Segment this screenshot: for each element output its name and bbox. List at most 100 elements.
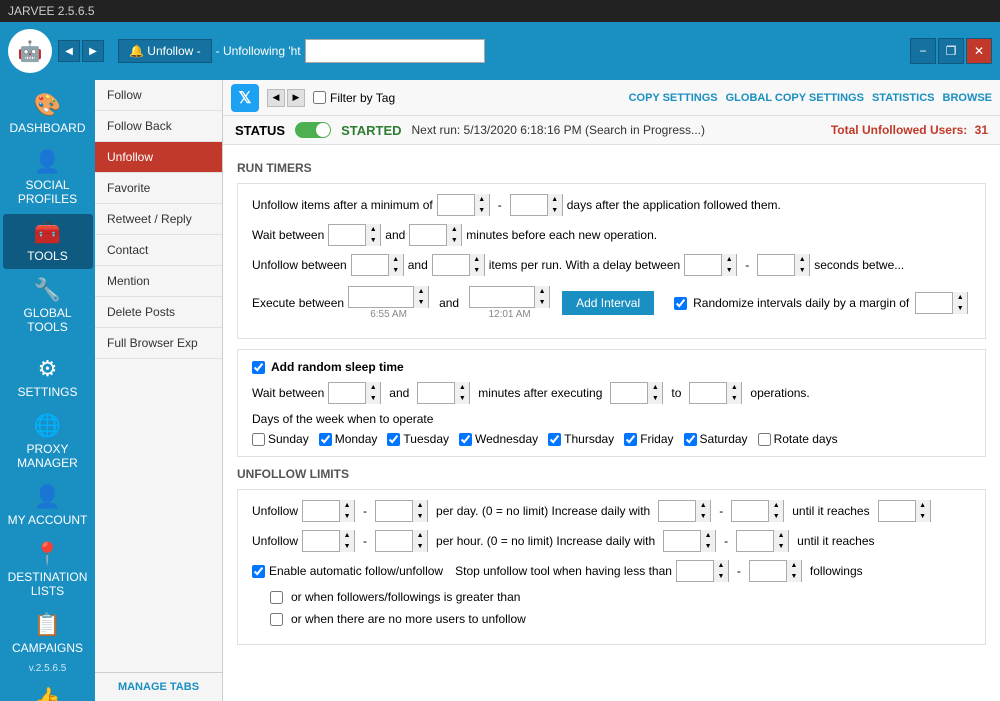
spin-up[interactable]: ▲ [414,286,428,297]
day-sunday[interactable]: Sunday [252,432,309,446]
submenu-item-contact[interactable]: Contact [95,235,222,266]
spin-up[interactable]: ▲ [535,286,549,297]
followers-checkbox[interactable] [270,591,283,604]
spin-up[interactable]: ▲ [340,530,354,541]
unfollow-search-input[interactable] [305,39,485,63]
spin-down[interactable]: ▼ [722,265,736,276]
limit1-val3-spinner[interactable]: 5 ▲ ▼ [658,500,711,522]
limit1-val4-input[interactable]: 10 [732,501,768,521]
day-tuesday[interactable]: Tuesday [387,432,449,446]
spin-up[interactable]: ▲ [953,292,967,303]
nav-back-button[interactable]: ◀ [58,40,80,62]
spin-down[interactable]: ▼ [701,541,715,552]
limit2-val1-spinner[interactable]: 0 ▲ ▼ [302,530,355,552]
limit1-val4-spinner[interactable]: 10 ▲ ▼ [731,500,784,522]
spin-up[interactable]: ▲ [701,530,715,541]
spin-up[interactable]: ▲ [787,560,801,571]
limit1-val2-spinner[interactable]: 277 ▲ ▼ [375,500,428,522]
unfollow-min-val1-input[interactable]: 1 [438,195,474,215]
no-more-users-checkbox[interactable] [270,613,283,626]
wait-val2-input[interactable]: 10 [410,225,446,245]
tab-browse[interactable]: BROWSE [943,92,993,104]
sidebar-item-destination-lists[interactable]: 📍 DESTINATION LISTS [3,535,93,604]
sleep-checkbox[interactable] [252,361,265,374]
spin-up[interactable]: ▲ [366,224,380,235]
day-saturday[interactable]: Saturday [684,432,748,446]
spin-up[interactable]: ▲ [340,500,354,511]
spin-up[interactable]: ▲ [470,254,484,265]
day-thursday[interactable]: Thursday [548,432,614,446]
limit2-val4-spinner[interactable]: 0 ▲ ▼ [736,530,789,552]
delay-val2-spinner[interactable]: 45 ▲ ▼ [757,254,810,276]
wait-val2-spinner[interactable]: 10 ▲ ▼ [409,224,462,246]
spin-up[interactable]: ▲ [455,382,469,393]
manage-tabs-button[interactable]: MANAGE TABS [95,672,222,701]
spin-up[interactable]: ▲ [714,560,728,571]
auto-follow-checkbox[interactable] [252,565,265,578]
toggle-background[interactable] [295,122,331,138]
nav-forward-button[interactable]: ▶ [82,40,104,62]
spin-down[interactable]: ▼ [696,511,710,522]
time1-spinner[interactable]: 7:03 AM ▲ ▼ [348,286,429,308]
sidebar-item-like-exchange[interactable]: 👍 LIKE EXCHANGE [3,680,93,701]
sleep-val3-input[interactable]: 35 [611,383,647,403]
submenu-item-favorite[interactable]: Favorite [95,173,222,204]
nav-right-button[interactable]: ▶ [287,89,305,107]
sleep-val2-spinner[interactable]: 20 ▲ ▼ [417,382,470,404]
tab-statistics[interactable]: STATISTICS [872,92,935,104]
spin-up[interactable]: ▲ [795,254,809,265]
spin-up[interactable]: ▲ [389,254,403,265]
spin-up[interactable]: ▲ [413,500,427,511]
close-button[interactable]: ✕ [966,38,992,64]
spin-down[interactable]: ▼ [389,265,403,276]
limit2-val2-spinner[interactable]: 0 ▲ ▼ [375,530,428,552]
spin-down[interactable]: ▼ [727,393,741,404]
limit1-val1-input[interactable]: 164 [303,501,339,521]
limit2-val3-spinner[interactable]: 0 ▲ ▼ [663,530,716,552]
sidebar-item-proxy-manager[interactable]: 🌐 PROXY MANAGER [3,407,93,476]
spin-down[interactable]: ▼ [340,511,354,522]
spin-down[interactable]: ▼ [475,205,489,216]
submenu-item-follow[interactable]: Follow [95,80,222,111]
spin-up[interactable]: ▲ [447,224,461,235]
limit2-val1-input[interactable]: 0 [303,531,339,551]
limit1-val3-input[interactable]: 5 [659,501,695,521]
spin-down[interactable]: ▼ [787,571,801,582]
time2-input[interactable]: 12:00 AM [470,287,534,307]
maximize-button[interactable]: ❐ [938,38,964,64]
day-monday[interactable]: Monday [319,432,378,446]
sidebar-item-social-profiles[interactable]: 👤 SOCIAL PROFILES [3,143,93,212]
limit2-val4-input[interactable]: 0 [737,531,773,551]
spin-down[interactable]: ▼ [455,393,469,404]
stop-val2-input[interactable]: 500 [750,561,786,581]
spin-down[interactable]: ▼ [413,541,427,552]
limit1-val2-input[interactable]: 277 [376,501,412,521]
sleep-val3-spinner[interactable]: 35 ▲ ▼ [610,382,663,404]
day-rotate-checkbox[interactable] [758,433,771,446]
sidebar-item-global-tools[interactable]: 🔧 GLOBAL TOOLS [3,271,93,340]
randomize-input[interactable]: 15 [916,293,952,313]
randomize-checkbox[interactable] [674,297,687,310]
spin-down[interactable]: ▼ [795,265,809,276]
sleep-val4-spinner[interactable]: 45 ▲ ▼ [689,382,742,404]
spin-down[interactable]: ▼ [535,297,549,308]
time2-spinner[interactable]: 12:00 AM ▲ ▼ [469,286,550,308]
between-val2-input[interactable]: 15 [433,255,469,275]
limit2-val2-input[interactable]: 0 [376,531,412,551]
day-sunday-checkbox[interactable] [252,433,265,446]
spin-down[interactable]: ▼ [714,571,728,582]
spin-up[interactable]: ▲ [769,500,783,511]
nav-left-button[interactable]: ◀ [267,89,285,107]
day-wednesday-checkbox[interactable] [459,433,472,446]
submenu-item-follow-back[interactable]: Follow Back [95,111,222,142]
stop-val2-spinner[interactable]: 500 ▲ ▼ [749,560,802,582]
sleep-val1-input[interactable]: 10 [329,383,365,403]
spin-up[interactable]: ▲ [413,530,427,541]
day-friday-checkbox[interactable] [624,433,637,446]
spin-down[interactable]: ▼ [648,393,662,404]
day-monday-checkbox[interactable] [319,433,332,446]
limit2-val3-input[interactable]: 0 [664,531,700,551]
sleep-val2-input[interactable]: 20 [418,383,454,403]
spin-down[interactable]: ▼ [414,297,428,308]
day-wednesday[interactable]: Wednesday [459,432,538,446]
